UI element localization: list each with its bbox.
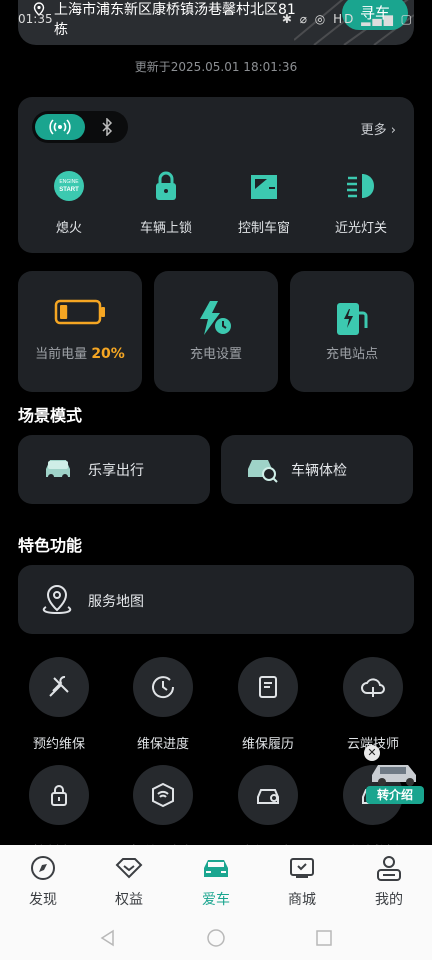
battery-percent: 20% <box>91 346 125 362</box>
progress-clock-icon <box>152 676 175 699</box>
lock-icon <box>156 171 176 200</box>
tab-mine-label: 我的 <box>375 892 403 908</box>
cloud-tech-circle <box>343 657 403 717</box>
maintenance-record-circle <box>238 657 298 717</box>
suv-image-icon <box>372 765 416 786</box>
maintenance-booking-circle <box>29 657 89 717</box>
tab-my-car[interactable]: 爱车 <box>173 853 259 909</box>
status-time: 01:35 <box>18 12 53 26</box>
scene-section-title: 场景模式 <box>18 406 83 425</box>
tab-mine[interactable]: 我的 <box>346 853 432 909</box>
tab-benefits[interactable]: 权益 <box>86 853 172 909</box>
connection-toggle[interactable] <box>32 111 128 143</box>
compass-icon <box>31 856 55 880</box>
lock-control[interactable]: 车辆上锁 <box>126 169 206 236</box>
tab-benefits-label: 权益 <box>115 892 143 908</box>
scene-leisure-label: 乐享出行 <box>88 463 144 479</box>
battery-card[interactable]: 当前电量 20% <box>18 271 142 392</box>
network-mode-button[interactable] <box>35 114 85 140</box>
window-control[interactable]: 控制车窗 <box>224 169 304 236</box>
battery-info: 当前电量 20% <box>18 343 142 362</box>
service-pack-circle <box>133 765 193 825</box>
bluetooth-mode-button[interactable] <box>92 114 122 140</box>
tab-shop-label: 商城 <box>288 892 316 908</box>
more-link[interactable]: 更多 › <box>361 119 396 138</box>
charge-settings-label: 充电设置 <box>189 347 242 362</box>
status-bar: 01:35 ✱ ⌀ ◎ HD ▂▄▆ ▢ <box>0 8 432 28</box>
cloud-tech-icon <box>361 678 385 697</box>
car-service-icon <box>257 789 279 804</box>
ac-control-circle <box>29 765 89 825</box>
ad-label: 转介绍 <box>366 786 424 804</box>
tools-icon <box>49 675 69 697</box>
engine-icon-top-text: ENGINE <box>59 179 79 185</box>
maintenance-progress-label: 维保进度 <box>136 737 189 752</box>
car-trip-icon <box>46 460 70 480</box>
ac-lock-icon <box>51 785 67 806</box>
lock-label: 车辆上锁 <box>139 221 192 236</box>
engine-start-icon: ENGINE START <box>54 171 84 201</box>
scene-checkup-card[interactable]: 车辆体检 <box>221 435 413 504</box>
system-nav-bar <box>0 920 432 960</box>
maintenance-record-label: 维保履历 <box>241 737 294 752</box>
more-label: 更多 <box>360 123 387 138</box>
headlight-icon <box>347 174 374 198</box>
grid-item-cloud-tech[interactable]: 云端技师 <box>325 657 421 752</box>
charge-station-label: 充电站点 <box>325 347 378 362</box>
engine-label: 熄火 <box>55 221 82 236</box>
service-pack-icon <box>152 782 174 808</box>
car-inspection-icon <box>248 460 278 483</box>
chevron-right-icon: › <box>390 123 396 138</box>
grid-item-maintenance-progress[interactable]: 维保进度 <box>115 657 211 752</box>
charge-settings-card[interactable]: 充电设置 <box>154 271 278 392</box>
charge-station-card[interactable]: 充电站点 <box>290 271 414 392</box>
car-icon <box>204 860 228 877</box>
car-service-circle <box>238 765 298 825</box>
tab-discover-label: 发现 <box>29 892 57 908</box>
diamond-icon <box>115 858 143 879</box>
engine-icon-bottom-text: START <box>59 187 79 193</box>
home-icon[interactable] <box>206 928 226 948</box>
map-pin-icon <box>42 584 72 615</box>
quick-controls-card: 更多 › ENGINE START 熄火 车辆上锁 控制车窗 近光灯关 <box>18 97 414 253</box>
back-icon[interactable] <box>98 928 118 948</box>
headlight-control[interactable]: 近光灯关 <box>321 169 401 236</box>
tab-my-car-label: 爱车 <box>202 892 230 908</box>
service-map-card[interactable]: 服务地图 <box>18 565 414 634</box>
grid-item-maintenance-record[interactable]: 维保履历 <box>220 657 316 752</box>
ad-close-button[interactable]: ✕ <box>364 745 380 761</box>
car-window-icon <box>251 175 277 199</box>
profile-icon <box>377 856 401 881</box>
grid-item-maintenance-booking[interactable]: 预约维保 <box>11 657 107 752</box>
window-label: 控制车窗 <box>237 221 290 236</box>
headlight-label: 近光灯关 <box>334 221 387 236</box>
service-map-label: 服务地图 <box>88 594 144 610</box>
referral-float-ad[interactable]: ✕ 转介绍 <box>364 745 426 807</box>
bluetooth-icon <box>102 118 113 136</box>
tab-shop[interactable]: 商城 <box>259 853 345 909</box>
engine-control[interactable]: ENGINE START 熄火 <box>29 169 109 236</box>
shop-icon <box>290 858 314 878</box>
maintenance-progress-circle <box>133 657 193 717</box>
charge-station-icon <box>337 303 368 335</box>
battery-label: 当前电量 <box>35 347 88 362</box>
recents-icon[interactable] <box>314 928 334 948</box>
features-section-title: 特色功能 <box>18 536 83 555</box>
status-icons: ✱ ⌀ ◎ HD ▂▄▆ ▢ <box>281 12 414 26</box>
scene-checkup-label: 车辆体检 <box>291 463 347 479</box>
battery-fill <box>60 305 68 319</box>
record-book-icon <box>259 676 277 698</box>
charge-clock-icon <box>200 301 233 336</box>
scene-leisure-card[interactable]: 乐享出行 <box>18 435 210 504</box>
update-time: 更新于2025.05.01 18:01:36 <box>134 60 298 74</box>
tab-discover[interactable]: 发现 <box>0 853 86 909</box>
signal-wave-icon <box>49 119 71 135</box>
bottom-tab-bar: 发现 权益 爱车 商城 我的 <box>0 845 432 920</box>
maintenance-booking-label: 预约维保 <box>32 737 85 752</box>
battery-icon <box>54 299 105 325</box>
